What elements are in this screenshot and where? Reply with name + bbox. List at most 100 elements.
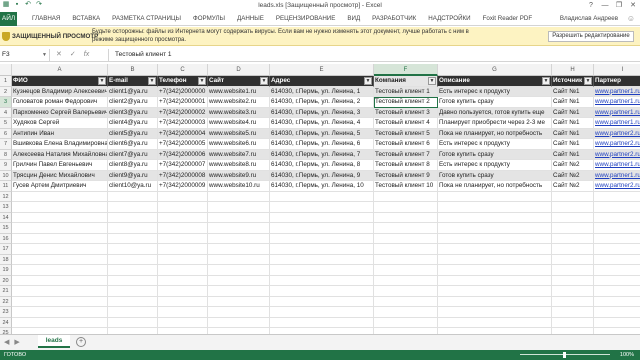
cell[interactable] (270, 191, 374, 202)
row-header[interactable]: 10 (0, 170, 12, 181)
table-cell[interactable]: client4@ya.ru (108, 118, 158, 129)
table-cell-link[interactable]: www.website1.ru (208, 86, 270, 97)
file-tab[interactable]: АЙЛ (0, 12, 17, 26)
cell[interactable] (374, 223, 438, 234)
cell[interactable] (158, 317, 208, 328)
cell[interactable] (594, 213, 640, 223)
cell[interactable] (208, 191, 270, 202)
row-header[interactable]: 3 (0, 97, 12, 108)
cell[interactable] (270, 254, 374, 265)
cell[interactable] (108, 244, 158, 255)
cell[interactable] (108, 317, 158, 328)
table-cell[interactable]: +7(342)2000006 (158, 149, 208, 160)
cell[interactable] (594, 234, 640, 244)
table-cell[interactable]: Тестовый клиент 2 (374, 97, 438, 108)
cell[interactable] (270, 307, 374, 318)
cell[interactable] (158, 286, 208, 297)
table-cell-link[interactable]: www.partner2.ru (594, 181, 640, 192)
table-cell[interactable]: +7(342)2000009 (158, 181, 208, 192)
filter-dropdown-icon[interactable]: ▼ (364, 77, 372, 85)
cell[interactable] (374, 317, 438, 328)
filter-dropdown-icon[interactable]: ▼ (98, 77, 106, 85)
table-cell[interactable]: Худяков Сергей (12, 118, 108, 129)
table-cell[interactable]: Сайт №2 (552, 170, 594, 181)
cell[interactable] (270, 275, 374, 286)
table-cell-link[interactable]: www.website8.ru (208, 160, 270, 171)
column-header-g[interactable]: G (438, 64, 552, 76)
table-cell[interactable]: Грилчин Павел Евгеньевич (12, 160, 108, 171)
cell[interactable] (552, 286, 594, 297)
cell[interactable] (552, 233, 594, 244)
table-cell[interactable]: Антипин Иван (12, 128, 108, 139)
cell[interactable] (208, 223, 270, 234)
table-cell[interactable]: 614030, г.Пермь, ул. Ленина, 3 (270, 107, 374, 118)
table-cell[interactable]: Тестовый клиент 6 (374, 139, 438, 150)
table-cell[interactable]: client5@ya.ru (108, 128, 158, 139)
cell[interactable] (270, 223, 374, 234)
cell[interactable] (552, 212, 594, 223)
cell[interactable] (594, 223, 640, 234)
cell[interactable] (158, 254, 208, 265)
zoom-level[interactable]: 100% (620, 350, 634, 360)
table-cell-link[interactable]: www.website9.ru (208, 170, 270, 181)
cell[interactable] (12, 275, 108, 286)
table-cell[interactable]: 614030, г.Пермь, ул. Ленина, 5 (270, 128, 374, 139)
cell[interactable] (270, 265, 374, 276)
table-cell[interactable]: Гусев Артем Дмитриевич (12, 181, 108, 192)
cell[interactable] (12, 286, 108, 297)
table-cell[interactable]: +7(342)2000008 (158, 170, 208, 181)
table-cell[interactable]: client1@ya.ru (108, 86, 158, 97)
cell[interactable] (108, 233, 158, 244)
table-cell[interactable]: +7(342)2000004 (158, 128, 208, 139)
table-cell[interactable]: +7(342)2000001 (158, 97, 208, 108)
sheet-tab-leads[interactable]: leads (38, 335, 70, 348)
row-header[interactable]: 4 (0, 107, 12, 118)
ribbon-tab[interactable]: Foxit Reader PDF (477, 12, 539, 26)
table-header-cell[interactable]: Адрес ▼ (270, 76, 374, 87)
cell[interactable] (552, 191, 594, 202)
table-cell-link[interactable]: www.website5.ru (208, 128, 270, 139)
table-cell[interactable]: 614030, г.Пермь, ул. Ленина, 4 (270, 118, 374, 129)
cell[interactable] (552, 223, 594, 234)
table-cell[interactable]: Трясцин Денис Михайлович (12, 170, 108, 181)
column-header-a[interactable]: A (12, 64, 108, 76)
table-cell[interactable]: Тестовый клиент 7 (374, 149, 438, 160)
cell[interactable] (438, 307, 552, 318)
table-cell[interactable]: Пока не планирует, но потребность (438, 181, 552, 192)
table-cell[interactable]: client3@ya.ru (108, 107, 158, 118)
cell[interactable] (12, 244, 108, 255)
cell[interactable] (270, 286, 374, 297)
ribbon-tab[interactable]: ВСТАВКА (66, 12, 106, 26)
row-header[interactable]: 17 (0, 244, 12, 255)
cell[interactable] (108, 223, 158, 234)
cell[interactable] (208, 233, 270, 244)
filter-dropdown-icon[interactable]: ▼ (148, 77, 156, 85)
cell[interactable] (552, 296, 594, 307)
table-cell[interactable]: client8@ya.ru (108, 160, 158, 171)
row-header[interactable]: 6 (0, 128, 12, 139)
cell[interactable] (208, 202, 270, 213)
cell[interactable] (270, 212, 374, 223)
cell[interactable] (208, 317, 270, 328)
table-cell[interactable]: Готов купить сразу (438, 149, 552, 160)
table-cell-link[interactable]: www.partner2.ru (594, 128, 640, 139)
table-cell[interactable]: Тестовый клиент 4 (374, 118, 438, 129)
cell[interactable] (594, 202, 640, 213)
table-cell[interactable]: Тестовый клиент 10 (374, 181, 438, 192)
table-cell[interactable]: +7(342)2000007 (158, 160, 208, 171)
table-cell[interactable]: +7(342)2000003 (158, 118, 208, 129)
table-cell[interactable]: Сайт №1 (552, 128, 594, 139)
table-cell[interactable]: Пархоменко Сергей Валерьевич (12, 107, 108, 118)
prev-sheet-icon[interactable]: ◀ (4, 338, 9, 346)
cell[interactable] (12, 233, 108, 244)
column-header-b[interactable]: B (108, 64, 158, 76)
feedback-smile-icon[interactable]: ☺ (626, 14, 636, 24)
table-cell[interactable]: Тестовый клиент 1 (374, 86, 438, 97)
cell[interactable] (108, 275, 158, 286)
cell[interactable] (208, 244, 270, 255)
cell[interactable] (438, 233, 552, 244)
table-cell[interactable]: Сайт №1 (552, 107, 594, 118)
row-header[interactable]: 1 (0, 76, 12, 87)
chevron-down-icon[interactable]: ▼ (42, 49, 47, 61)
cell[interactable] (270, 317, 374, 328)
